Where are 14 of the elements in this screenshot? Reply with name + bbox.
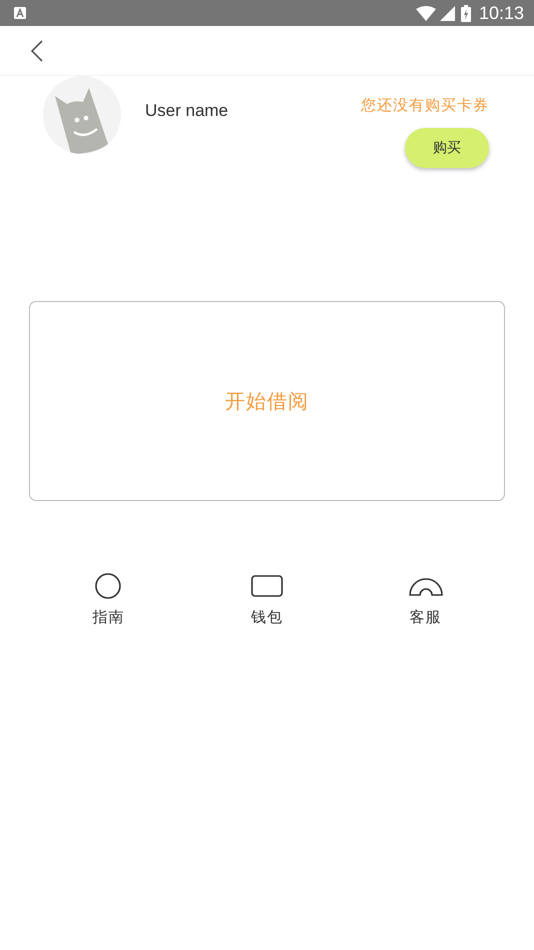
user-name: User name [145,101,228,121]
buy-button[interactable]: 购买 [405,128,489,168]
half-ring-icon [408,576,443,596]
battery-icon [460,4,471,22]
menu-item[interactable]: 钱包 [250,608,283,627]
signal-icon [440,6,455,20]
wifi-icon [416,6,436,20]
no-coupon-notice: 您还没有购买卡券 [361,96,489,115]
circle-icon [94,572,122,600]
wallet-icon [250,575,283,597]
menu-item[interactable]: 客服 [410,608,442,627]
notification-icon [14,7,26,19]
menu-item[interactable]: 指南 [92,608,124,627]
clock-time: 10:13 [478,2,524,24]
